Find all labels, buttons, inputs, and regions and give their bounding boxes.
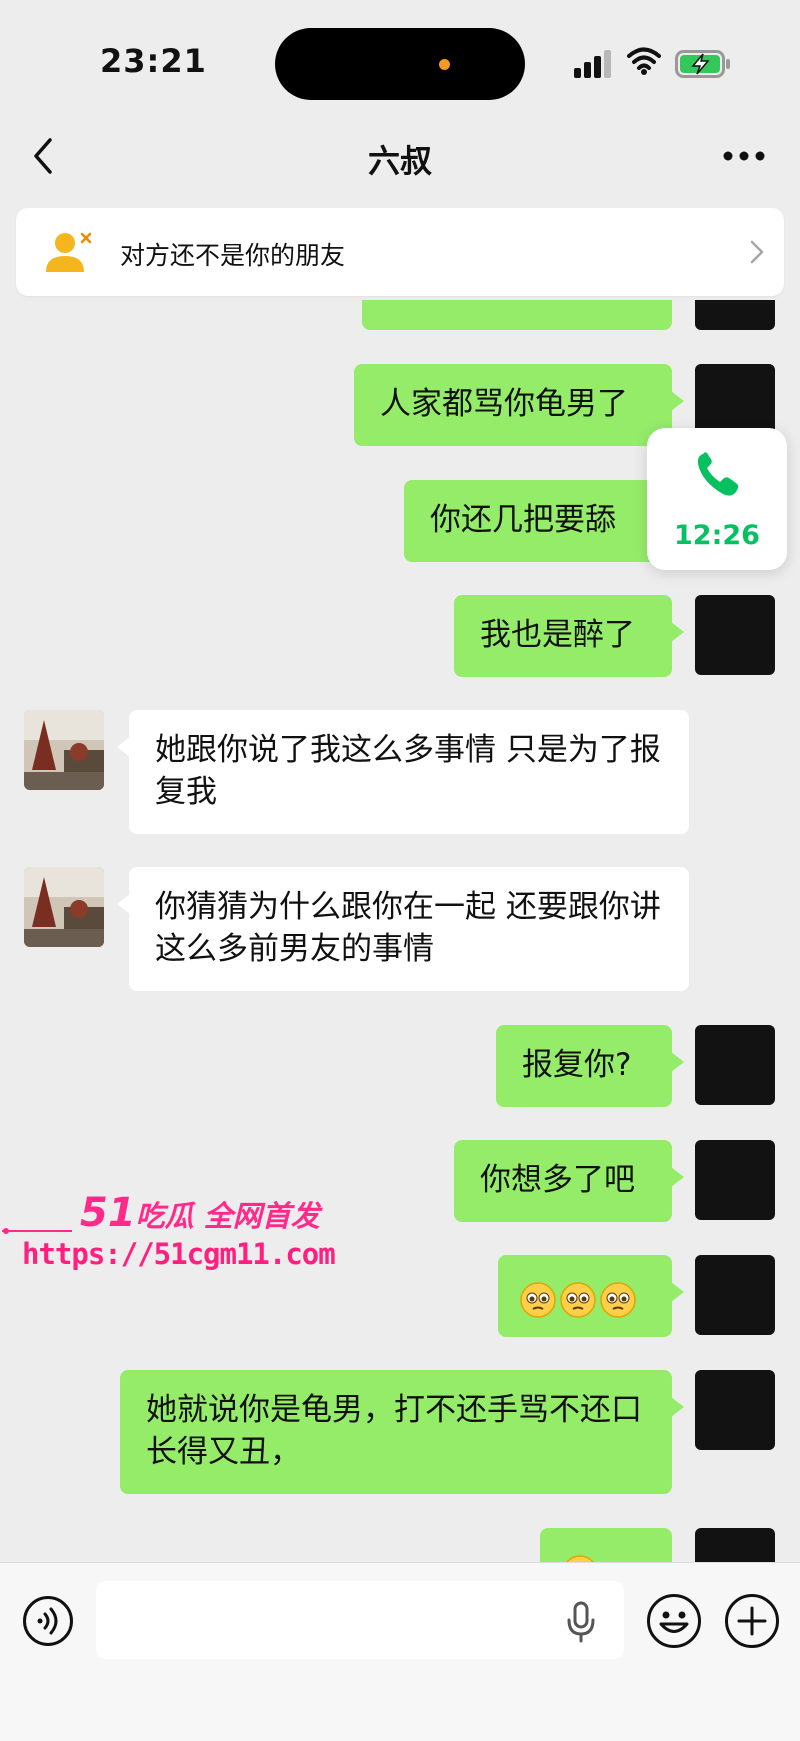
avatar[interactable] [695,1255,775,1335]
pleading-face-emoji-icon [560,1281,596,1318]
watermark-url: https://51cgm11.com [22,1237,336,1271]
call-duration: 12:26 [674,520,760,551]
message-bubble-partial[interactable] [362,300,672,330]
microphone-icon[interactable] [566,1601,596,1643]
status-bar: 23:21 [0,0,800,120]
wifi-icon [627,47,661,75]
cellular-signal-icon [574,50,611,78]
message-bubble[interactable]: 我也是醉了 [454,595,684,677]
avatar[interactable] [695,1140,775,1220]
recording-indicator-dot [439,59,450,70]
chat-header: 六叔 [0,120,800,192]
chat-title: 六叔 [367,142,432,180]
voice-input-icon[interactable] [22,1595,74,1647]
message-input[interactable] [96,1581,624,1659]
status-time: 23:21 [100,42,207,80]
avatar[interactable] [695,595,775,675]
message-bubble-emoji-partial[interactable] [540,1528,672,1562]
message-bubble[interactable]: 你猜猜为什么跟你在一起 还要跟你讲这么多前男友的事情 [117,867,689,991]
dynamic-island [275,28,525,100]
person-remove-icon [46,232,92,272]
phone-icon [697,452,739,496]
message-bubble-emoji[interactable] [498,1255,684,1337]
contact-avatar[interactable] [24,710,104,790]
avatar[interactable] [695,300,775,330]
message-bubble[interactable]: 她就说你是龟男，打不还手骂不还口长得又丑， [120,1370,684,1494]
avatar[interactable] [695,1025,775,1105]
more-options-icon[interactable] [722,150,766,162]
floating-call-window[interactable]: 12:26 [647,428,787,570]
battery-charging-icon [675,50,730,78]
watermark: 51吃瓜 全网首发 https://51cgm11.com [0,1190,336,1280]
avatar[interactable] [695,1370,775,1450]
not-friend-text: 对方还不是你的朋友 [120,241,346,270]
contact-avatar-image [24,710,104,790]
watermark-decoration [2,1228,72,1234]
contact-avatar[interactable] [24,867,104,947]
watermark-brand-number: 51 [80,1190,136,1236]
watermark-brand-text: 吃瓜 全网首发 [135,1199,320,1233]
message-bubble[interactable]: 你想多了吧 [454,1140,684,1222]
message-bubble[interactable]: 她跟你说了我这么多事情 只是为了报复我 [117,710,689,834]
emoji-icon[interactable] [646,1593,702,1649]
input-bar [0,1562,800,1741]
pleading-face-emoji-icon [565,1554,595,1562]
message-bubble[interactable]: 报复你? [496,1025,684,1107]
pleading-face-emoji-icon [600,1281,636,1318]
contact-avatar-image [24,867,104,947]
not-friend-banner[interactable]: 对方还不是你的朋友 [16,208,784,296]
pleading-face-emoji-icon [520,1281,556,1318]
avatar[interactable] [695,1528,775,1562]
watermark-brand: 51吃瓜 全网首发 [80,1190,320,1236]
message-bubble[interactable]: 人家都骂你龟男了 [354,364,684,446]
chevron-right-icon [750,240,764,264]
plus-icon[interactable] [724,1593,780,1649]
message-bubble[interactable]: 你还几把要舔 [404,480,684,562]
